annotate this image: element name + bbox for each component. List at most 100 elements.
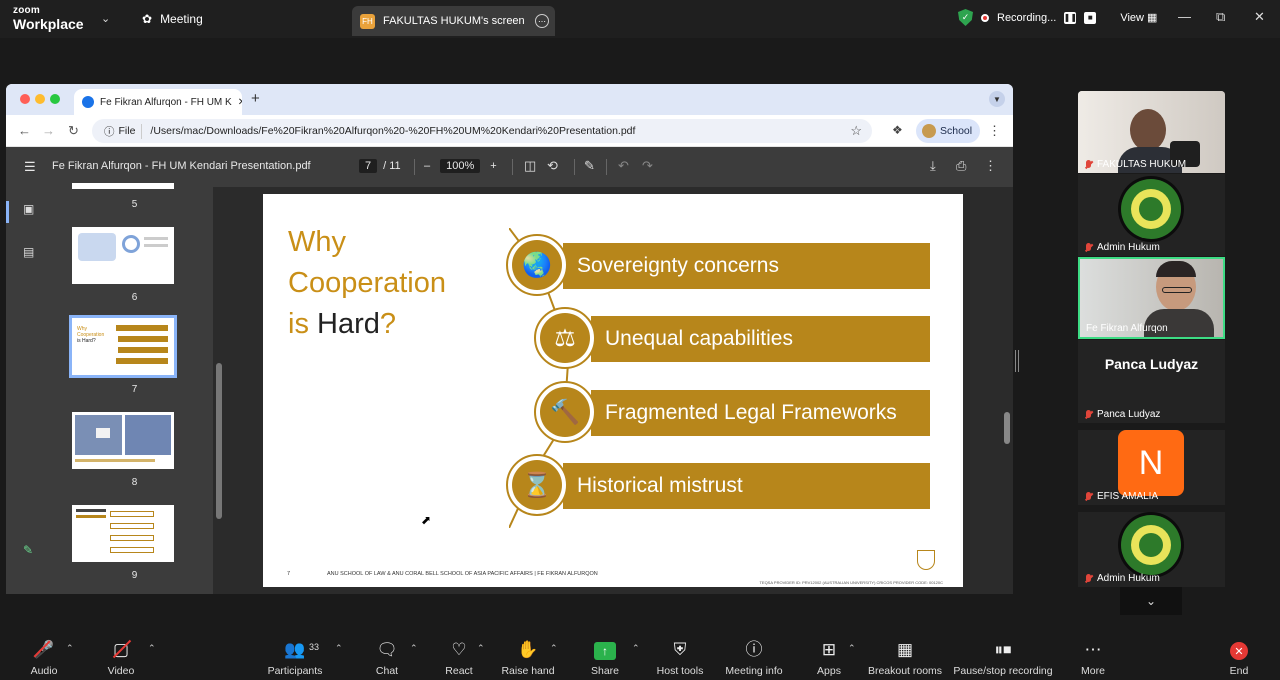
redo-icon[interactable]: ↷ xyxy=(642,158,653,174)
reload-icon[interactable]: ↻ xyxy=(68,123,79,139)
chevron-down-icon[interactable]: ⌄ xyxy=(101,12,110,25)
profile-button[interactable]: School xyxy=(916,119,980,143)
thumbnail-number: 8 xyxy=(131,477,138,488)
participant-tile[interactable]: Panca Ludyaz Panca Ludyaz xyxy=(1078,340,1225,423)
item-capabilities: Unequal capabilities xyxy=(591,316,930,362)
url-text[interactable]: /Users/mac/Downloads/Fe%20Fikran%20Alfur… xyxy=(150,125,635,137)
thumbnails-icon[interactable]: ▣ xyxy=(23,202,34,216)
muted-mic-icon xyxy=(1084,491,1093,502)
end-button[interactable]: ✕ End xyxy=(1222,638,1256,677)
zoom-in-icon[interactable]: + xyxy=(490,160,496,172)
zoom-window: zoom Workplace ⌄ ✿ Meeting FH FAKULTAS H… xyxy=(0,0,1280,680)
page-selector: 7 / 11 xyxy=(359,159,401,173)
divider xyxy=(414,159,415,175)
annotate-icon[interactable]: ✎ xyxy=(584,158,595,174)
pdf-favicon-icon xyxy=(82,96,94,108)
browser-menu-icon[interactable]: ⋮ xyxy=(988,123,1001,139)
scales-icon: ⚖ xyxy=(534,307,596,369)
sidebar-menu-icon[interactable]: ☰ xyxy=(24,159,36,175)
thumbnail-page-7[interactable]: Why Cooperation is Hard? xyxy=(69,315,177,378)
edit-pencil-icon[interactable]: ✎ xyxy=(23,543,33,557)
breakout-rooms-button[interactable]: ▦ Breakout rooms xyxy=(866,638,944,677)
muted-mic-icon xyxy=(1084,159,1093,170)
participant-name: Panca Ludyaz xyxy=(1084,409,1160,420)
university-logo xyxy=(1118,176,1184,242)
pause-recording-button[interactable]: ❚❚ xyxy=(1064,11,1077,24)
muted-mic-icon xyxy=(1084,573,1093,584)
participant-tile[interactable]: Admin Hukum xyxy=(1078,174,1225,256)
extensions-icon[interactable]: ❖ xyxy=(892,123,903,137)
share-options-caret[interactable]: ⌃ xyxy=(632,643,640,654)
host-tools-button[interactable]: ⛨ Host tools xyxy=(653,638,707,677)
back-icon[interactable]: ← xyxy=(18,123,31,138)
meeting-info-button[interactable]: ⓘ Meeting info xyxy=(722,638,786,677)
more-actions-icon[interactable]: ⋮ xyxy=(984,158,997,174)
restore-icon[interactable]: ⧉ xyxy=(1216,9,1225,25)
thumbnail-page-9[interactable] xyxy=(72,505,174,562)
screen-share-tab[interactable]: FH FAKULTAS HUKUM's screen ⋯ xyxy=(352,6,555,36)
minimize-icon[interactable]: — xyxy=(1178,9,1191,24)
participant-tile[interactable]: Admin Hukum xyxy=(1078,512,1225,587)
bookmark-star-icon[interactable]: ☆ xyxy=(850,123,862,139)
scroll-down-icon[interactable]: ⌄ xyxy=(1120,587,1182,615)
participants-options-caret[interactable]: ⌃ xyxy=(335,643,343,654)
close-icon[interactable]: ✕ xyxy=(1254,9,1265,25)
info-icon: ⓘ xyxy=(104,125,115,138)
document-scrollbar[interactable] xyxy=(1004,412,1010,444)
minimize-window-icon[interactable] xyxy=(35,94,45,104)
more-options-icon[interactable]: ⋯ xyxy=(535,14,549,28)
raise-hand-options-caret[interactable]: ⌃ xyxy=(550,643,558,654)
thumbnail-scrollbar[interactable] xyxy=(216,363,222,519)
more-button[interactable]: ⋯ More xyxy=(1074,638,1112,677)
zoom-out-icon[interactable]: – xyxy=(424,160,430,172)
participant-tile-active-speaker[interactable]: Fe Fikran Alfurqon xyxy=(1078,257,1225,339)
chat-button[interactable]: 🗨 Chat xyxy=(368,638,406,677)
audio-options-caret[interactable]: ⌃ xyxy=(66,643,74,654)
close-tab-icon[interactable]: ✕ xyxy=(238,97,242,108)
fit-page-icon[interactable]: ◫ xyxy=(524,158,536,174)
apps-button[interactable]: ⊞ Apps xyxy=(810,638,848,677)
site-info-chip[interactable]: ⓘ File xyxy=(98,123,143,139)
apps-options-caret[interactable]: ⌃ xyxy=(848,643,856,654)
divider xyxy=(512,159,513,175)
share-button[interactable]: ↑ Share xyxy=(586,638,624,677)
browser-tab[interactable]: Fe Fikran Alfurqon - FH UM K ✕ xyxy=(74,89,242,115)
video-options-caret[interactable]: ⌃ xyxy=(148,643,156,654)
tab-search-icon[interactable]: ▼ xyxy=(989,91,1005,107)
new-tab-icon[interactable]: + xyxy=(251,90,260,107)
chat-options-caret[interactable]: ⌃ xyxy=(410,643,418,654)
participant-tile[interactable]: N EFIS AMALIA xyxy=(1078,430,1225,505)
close-window-icon[interactable] xyxy=(20,94,30,104)
audio-button[interactable]: 🎤 Audio xyxy=(22,638,66,677)
participant-tile[interactable]: FAKULTAS HUKUM xyxy=(1078,91,1225,173)
muted-mic-icon xyxy=(1084,409,1093,420)
shield-icon[interactable]: ✓ xyxy=(958,9,973,26)
zoom-window-icon[interactable] xyxy=(50,94,60,104)
forward-icon[interactable]: → xyxy=(42,123,55,138)
apps-icon: ⊞ xyxy=(821,640,837,659)
meeting-menu[interactable]: ✿ Meeting xyxy=(142,12,203,26)
recording-dot-icon xyxy=(981,13,989,22)
print-icon[interactable]: ⎙ xyxy=(956,158,966,174)
participant-count: 33 xyxy=(309,642,320,652)
thumbnail-page-5[interactable] xyxy=(72,183,174,189)
people-icon: ✿ xyxy=(142,12,153,26)
view-button[interactable]: View ▦ xyxy=(1120,11,1157,24)
meeting-label: Meeting xyxy=(160,12,203,26)
download-icon[interactable]: ⤓ xyxy=(930,158,936,174)
address-bar[interactable]: ⓘ File /Users/mac/Downloads/Fe%20Fikran%… xyxy=(92,119,872,143)
undo-icon[interactable]: ↶ xyxy=(618,158,629,174)
raise-hand-button[interactable]: ✋ Raise hand xyxy=(500,638,556,677)
react-options-caret[interactable]: ⌃ xyxy=(477,643,485,654)
video-button[interactable]: ▢ Video xyxy=(99,638,143,677)
zoom-level-input[interactable]: 100% xyxy=(440,159,481,173)
page-number-input[interactable]: 7 xyxy=(359,159,378,173)
outline-icon[interactable]: ▤ xyxy=(23,245,34,259)
pause-stop-recording-button[interactable]: ⏸⏹ Pause/stop recording xyxy=(952,638,1054,677)
stop-recording-button[interactable]: ■ xyxy=(1084,11,1097,24)
rotate-icon[interactable]: ⟲ xyxy=(547,158,558,174)
react-button[interactable]: ♡ React xyxy=(440,638,478,677)
thumbnail-page-8[interactable] xyxy=(72,412,174,469)
split-handle[interactable] xyxy=(1015,350,1019,372)
thumbnail-page-6[interactable] xyxy=(72,227,174,284)
